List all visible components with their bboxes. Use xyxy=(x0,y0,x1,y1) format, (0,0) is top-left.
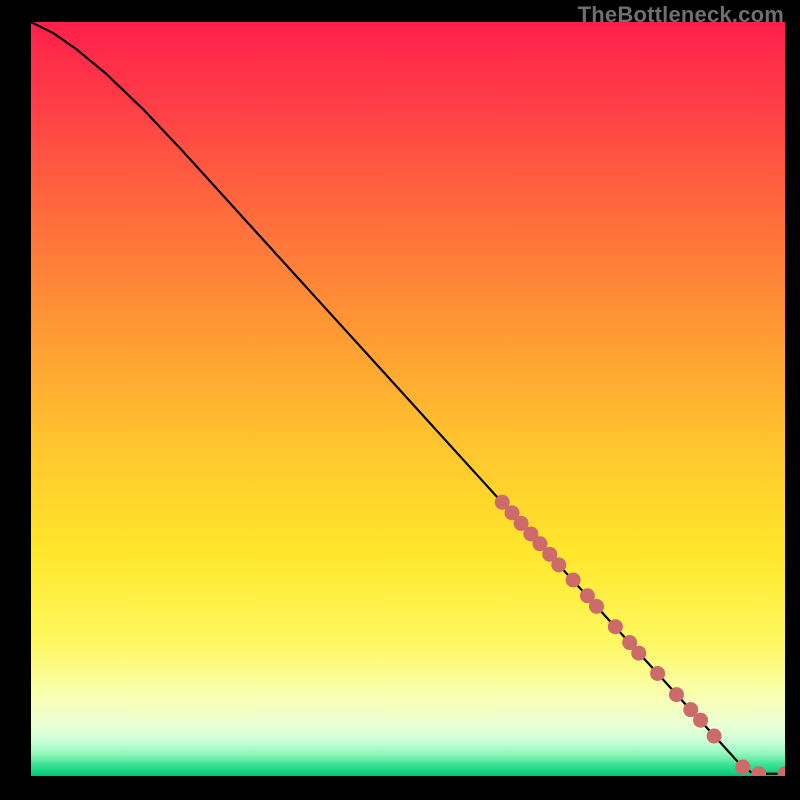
chart-svg xyxy=(31,22,785,776)
chart-plot-area xyxy=(31,22,785,776)
data-point xyxy=(631,646,646,661)
data-point xyxy=(707,729,722,744)
data-point xyxy=(608,619,623,634)
chart-stage: TheBottleneck.com xyxy=(0,0,800,800)
data-point xyxy=(735,759,750,774)
data-point xyxy=(693,713,708,728)
data-point xyxy=(566,572,581,587)
data-point xyxy=(650,666,665,681)
data-point xyxy=(669,687,684,702)
data-point xyxy=(589,599,604,614)
data-point xyxy=(551,557,566,572)
